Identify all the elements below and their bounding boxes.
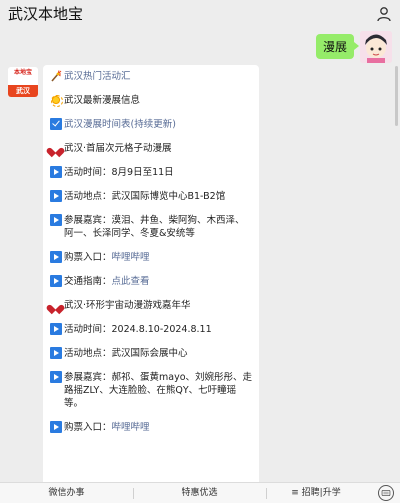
play-icon bbox=[50, 275, 62, 287]
sun-icon bbox=[50, 94, 63, 107]
chat-area: 漫展 本地宝 武汉 武汉热门活动汇 武汉最新漫展信息 武汉漫展时间表(持续更新)… bbox=[0, 27, 400, 495]
item-text: 武汉·环形宇宙动漫游戏嘉年华 bbox=[64, 300, 191, 311]
list-item: 武汉·首届次元格子动漫展 bbox=[50, 142, 252, 155]
list-item: 交通指南：点此查看 bbox=[50, 275, 252, 288]
item-text: 活动时间：8月9日至11日 bbox=[64, 167, 174, 178]
traffic-guide-link[interactable]: 点此查看 bbox=[112, 276, 150, 287]
bottom-menu-bar: 微信办事 特惠优选 ≡ 招聘|升学 bbox=[0, 482, 400, 503]
list-item: 活动地点：武汉国际博览中心B1-B2馆 bbox=[50, 190, 252, 203]
item-text: 参展嘉宾：漠泪、井鱼、柴阿狗、木西泽、阿一、长泽同学、冬夏&安统等 bbox=[64, 215, 245, 239]
item-text: 武汉最新漫展信息 bbox=[64, 95, 141, 106]
cartoon-avatar-icon bbox=[360, 31, 392, 63]
list-item: 购票入口：哔哩哔哩 bbox=[50, 421, 252, 434]
play-icon bbox=[50, 347, 62, 359]
ticket-link[interactable]: 哔哩哔哩 bbox=[112, 252, 150, 263]
list-item: 武汉·环形宇宙动漫游戏嘉年华 bbox=[50, 299, 252, 312]
item-text: 活动地点：武汉国际博览中心B1-B2馆 bbox=[64, 191, 226, 202]
item-link[interactable]: 武汉漫展时间表(持续更新) bbox=[64, 118, 252, 131]
user-avatar[interactable] bbox=[360, 31, 392, 63]
item-label: 交通指南： bbox=[64, 276, 112, 287]
item-text[interactable]: 武汉热门活动汇 bbox=[64, 70, 252, 83]
heart-icon bbox=[50, 299, 62, 311]
play-icon bbox=[50, 214, 62, 226]
heart-icon bbox=[50, 142, 62, 154]
item-text: 活动时间：2024.8.10-2024.8.11 bbox=[64, 324, 212, 335]
firework-icon bbox=[51, 70, 62, 82]
list-item: 活动时间：8月9日至11日 bbox=[50, 166, 252, 179]
item-text: 参展嘉宾：郝祁、蛋黄mayo、刘婉彤彤、走路摇ZLY、大连脸脸、在熊QY、七吁瞳… bbox=[64, 372, 253, 409]
list-item: 参展嘉宾：郝祁、蛋黄mayo、刘婉彤彤、走路摇ZLY、大连脸脸、在熊QY、七吁瞳… bbox=[50, 371, 252, 410]
tab-special-offers[interactable]: 特惠优选 bbox=[133, 483, 266, 503]
play-icon bbox=[50, 166, 62, 178]
person-icon[interactable] bbox=[376, 6, 392, 22]
avatar-brand-text: 本地宝 bbox=[8, 67, 38, 83]
play-icon bbox=[50, 323, 62, 335]
list-item: 参展嘉宾：漠泪、井鱼、柴阿狗、木西泽、阿一、长泽同学、冬夏&安统等 bbox=[50, 214, 252, 240]
item-text: 购票入口：哔哩哔哩 bbox=[64, 421, 252, 434]
item-text: 活动地点：武汉国际会展中心 bbox=[64, 348, 188, 359]
list-item: 武汉热门活动汇 bbox=[50, 70, 252, 83]
keyboard-icon[interactable] bbox=[378, 485, 394, 501]
list-item: 购票入口：哔哩哔哩 bbox=[50, 251, 252, 264]
list-item: 活动地点：武汉国际会展中心 bbox=[50, 347, 252, 360]
bot-message-bubble: 武汉热门活动汇 武汉最新漫展信息 武汉漫展时间表(持续更新) 武汉·首届次元格子… bbox=[43, 65, 259, 495]
play-icon bbox=[50, 190, 62, 202]
check-icon bbox=[50, 118, 62, 130]
play-icon bbox=[50, 371, 62, 383]
scrollbar[interactable] bbox=[395, 66, 398, 126]
item-label: 购票入口： bbox=[64, 422, 112, 433]
tab-jobs-education[interactable]: ≡ 招聘|升学 bbox=[266, 483, 366, 503]
item-label: 购票入口： bbox=[64, 252, 112, 263]
ticket-link[interactable]: 哔哩哔哩 bbox=[112, 422, 150, 433]
chat-title: 武汉本地宝 bbox=[8, 5, 84, 23]
item-text: 购票入口：哔哩哔哩 bbox=[64, 251, 252, 264]
item-text: 武汉·首届次元格子动漫展 bbox=[64, 143, 172, 154]
tab-wechat-services[interactable]: 微信办事 bbox=[0, 483, 133, 503]
user-message[interactable]: 漫展 bbox=[315, 34, 360, 59]
play-icon bbox=[50, 421, 62, 433]
list-item: 武汉漫展时间表(持续更新) bbox=[50, 118, 252, 131]
list-item: 活动时间：2024.8.10-2024.8.11 bbox=[50, 323, 252, 336]
bot-avatar[interactable]: 本地宝 武汉 bbox=[8, 67, 38, 97]
item-text: 交通指南：点此查看 bbox=[64, 275, 252, 288]
list-item: 武汉最新漫展信息 bbox=[50, 94, 252, 107]
top-bar: 武汉本地宝 bbox=[0, 0, 400, 27]
avatar-city-text: 武汉 bbox=[8, 85, 38, 97]
play-icon bbox=[50, 251, 62, 263]
